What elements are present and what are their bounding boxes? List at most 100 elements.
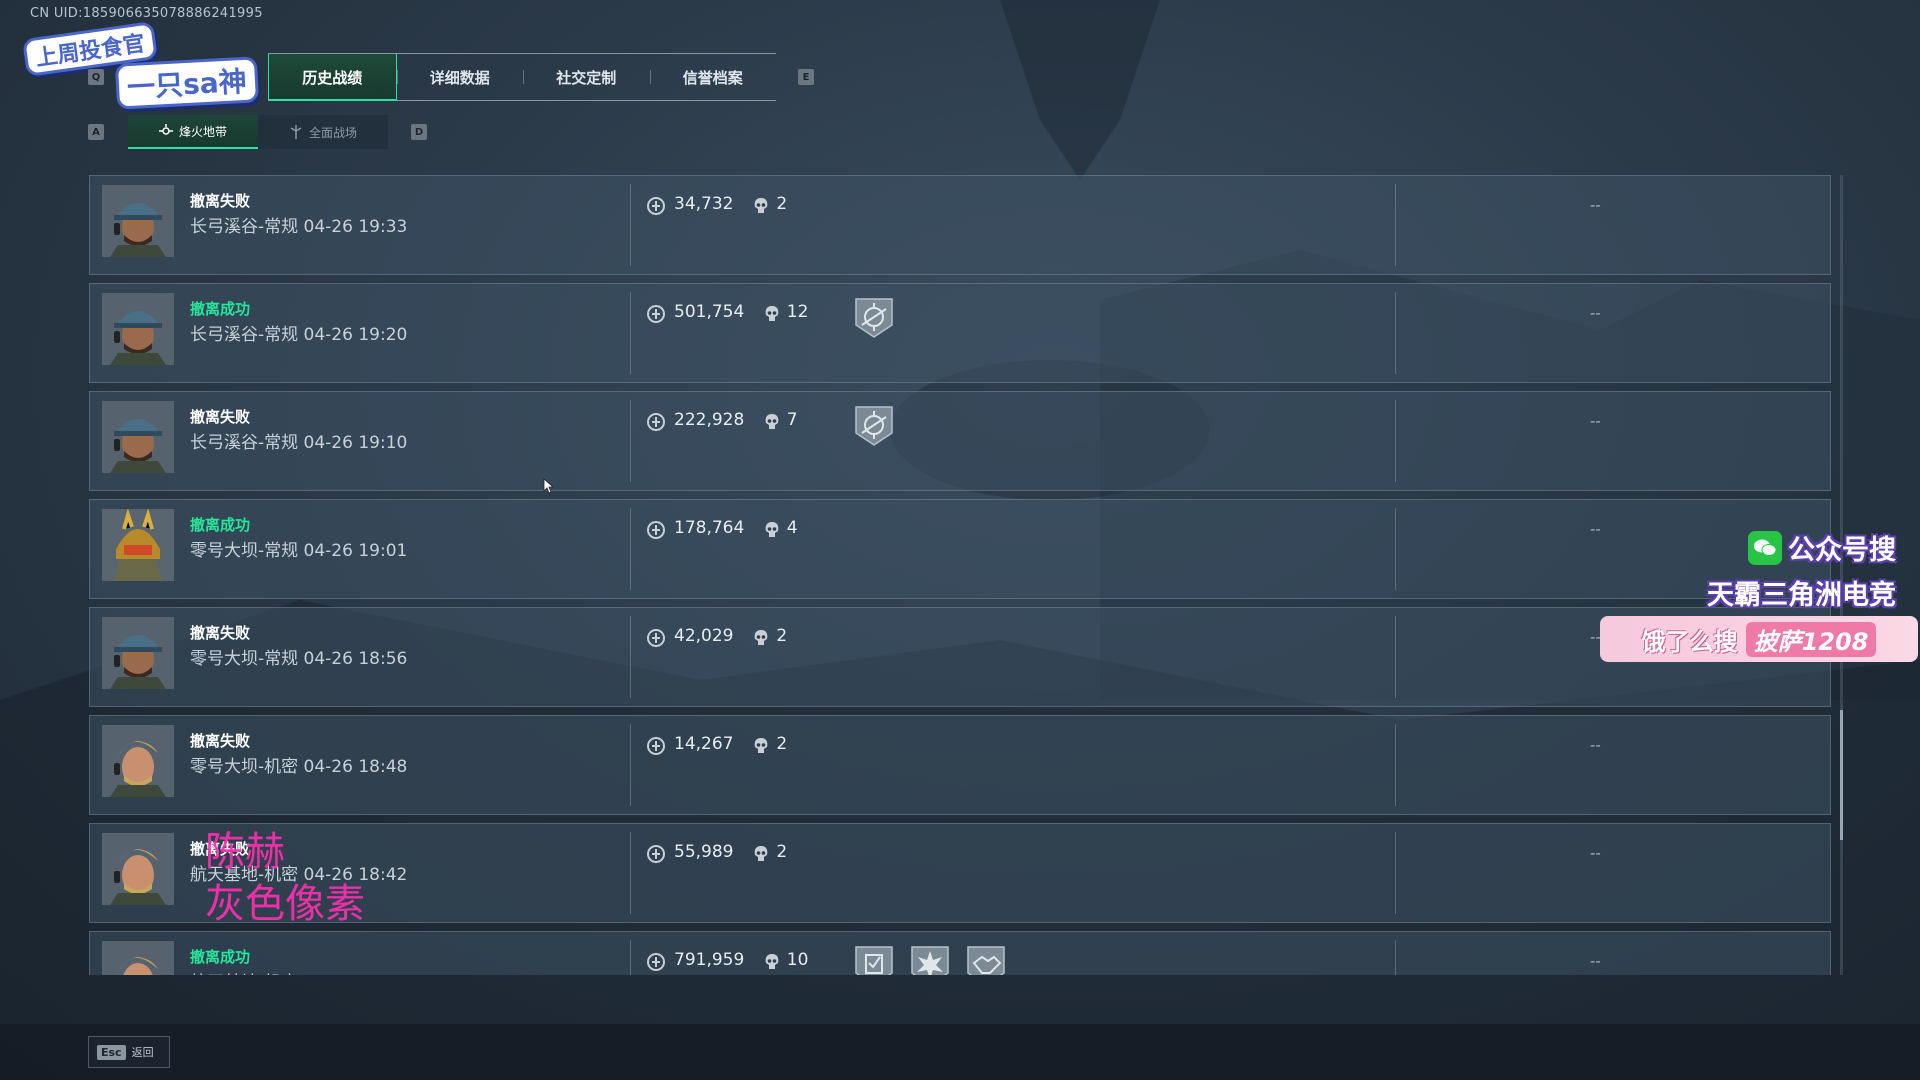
kill-count: 7 xyxy=(786,410,798,430)
achievement-badges xyxy=(852,943,1008,975)
column-divider xyxy=(1395,184,1396,266)
tab-label: 历史战绩 xyxy=(302,68,363,87)
tab-label: 信誉档案 xyxy=(682,68,743,87)
tab-label: 社交定制 xyxy=(556,68,617,87)
skull-kills-icon xyxy=(765,306,779,321)
achievement-badges xyxy=(852,403,896,449)
extraction-result: 撤离失败 xyxy=(190,624,251,642)
haul-value: 14,267 xyxy=(674,734,734,754)
match-record-row[interactable]: 撤离失败 零号大坝-机密 04-26 18:48 14,267 2 -- xyxy=(89,715,1831,815)
sticker-line2: 一只sa神 xyxy=(114,56,259,110)
footer-bar xyxy=(0,1024,1920,1080)
skull-kills-icon xyxy=(765,522,779,537)
value-coin-icon xyxy=(647,845,665,863)
operator-avatar xyxy=(102,617,174,689)
map-and-time: 长弓溪谷-常规 04-26 19:10 xyxy=(190,433,408,453)
watermark-line1: 陈赫 xyxy=(205,829,285,875)
operator-avatar xyxy=(102,293,174,365)
match-record-row[interactable]: 撤离成功 长弓溪谷-常规 04-26 19:20 501,754 12 -- xyxy=(89,283,1831,383)
crosshair-badge-icon xyxy=(855,406,893,446)
key-hint-next-tab[interactable]: E xyxy=(798,69,814,85)
achievement-badges xyxy=(852,295,896,341)
haul-value: 791,959 xyxy=(674,950,745,970)
tab-social-custom[interactable]: 社交定制 xyxy=(523,54,650,100)
wechat-icon xyxy=(1748,530,1782,565)
operator-avatar xyxy=(102,401,174,473)
extra-info: -- xyxy=(1590,304,1601,322)
operator-avatar xyxy=(102,509,174,581)
firezone-icon xyxy=(158,124,173,135)
promo-pink-b: 披萨1208 xyxy=(1745,621,1877,657)
match-record-row[interactable]: 撤离失败 长弓溪谷-常规 04-26 19:33 34,732 2 -- xyxy=(89,175,1831,275)
promo-line2: 天霸三角洲电竞 xyxy=(1707,580,1896,611)
tab-label: 详细数据 xyxy=(429,68,490,87)
kill-count: 2 xyxy=(776,626,788,646)
kill-count: 4 xyxy=(786,518,798,538)
column-divider xyxy=(630,832,631,914)
tab-detailed-data[interactable]: 详细数据 xyxy=(396,54,524,100)
crosshair-badge-icon xyxy=(855,298,893,338)
value-coin-icon xyxy=(647,629,665,647)
extra-info: -- xyxy=(1590,952,1601,970)
key-hint-next-subtab[interactable]: D xyxy=(411,124,427,140)
match-record-row[interactable]: 撤离成功 零号大坝-常规 04-26 19:01 178,764 4 -- xyxy=(89,499,1831,599)
stream-watermark: 陈赫 灰色像素 xyxy=(205,826,365,930)
skull-kills-icon xyxy=(755,738,768,753)
map-and-time: 零号大坝-常规 04-26 19:01 xyxy=(190,541,408,561)
haul-value: 34,732 xyxy=(674,194,734,214)
subtab-battlefield[interactable]: 全面战场 xyxy=(258,115,388,149)
column-divider xyxy=(630,292,631,374)
value-coin-icon xyxy=(647,413,665,431)
map-and-time: 长弓溪谷-常规 04-26 19:20 xyxy=(190,325,408,345)
back-button[interactable]: Esc 返回 xyxy=(88,1036,170,1068)
value-coin-icon xyxy=(647,197,665,215)
column-divider xyxy=(630,508,631,590)
extra-info: -- xyxy=(1590,520,1601,538)
scrollbar-thumb[interactable] xyxy=(1840,710,1843,840)
column-divider xyxy=(1395,616,1396,698)
column-divider xyxy=(1395,508,1396,590)
sub-tab-bar: 烽火地带 全面战场 xyxy=(128,115,388,149)
key-hint-prev-tab[interactable]: Q xyxy=(88,69,104,85)
map-and-time: 零号大坝-机密 04-26 18:48 xyxy=(190,757,408,777)
streamer-sticker: 上周投食官 一只sa神 xyxy=(21,20,276,110)
match-record-row[interactable]: 撤离失败 长弓溪谷-常规 04-26 19:10 222,928 7 -- xyxy=(89,391,1831,491)
value-coin-icon xyxy=(647,305,665,323)
extraction-result: 撤离失败 xyxy=(190,408,251,426)
main-tab-bar: 历史战绩 详细数据 社交定制 信誉档案 xyxy=(268,53,776,101)
kill-count: 2 xyxy=(776,734,788,754)
kill-count: 2 xyxy=(776,842,788,862)
column-divider xyxy=(1395,724,1396,806)
map-and-time: 航天基地-机密 04-26 18:14 xyxy=(190,968,407,975)
column-divider xyxy=(630,724,631,806)
tab-match-history[interactable]: 历史战绩 xyxy=(268,54,397,101)
operator-avatar xyxy=(102,833,174,905)
kill-count: 10 xyxy=(786,950,809,970)
key-hint-prev-subtab[interactable]: A xyxy=(88,124,104,140)
handshake-badge-icon xyxy=(967,946,1005,975)
mouse-cursor-icon xyxy=(543,478,555,494)
extraction-result: 撤离失败 xyxy=(190,192,251,210)
tab-credit-profile[interactable]: 信誉档案 xyxy=(649,54,777,100)
haul-value: 55,989 xyxy=(674,842,734,862)
extra-info: -- xyxy=(1590,196,1601,214)
column-divider xyxy=(630,616,631,698)
checklist-badge-icon xyxy=(855,946,893,975)
explosion-badge-icon xyxy=(911,946,949,975)
value-coin-icon xyxy=(647,737,665,755)
subtab-label: 烽火地带 xyxy=(178,124,227,139)
operator-avatar xyxy=(102,725,174,797)
extraction-result: 撤离失败 xyxy=(190,732,251,750)
skull-kills-icon xyxy=(765,414,779,429)
column-divider xyxy=(1395,940,1396,975)
operator-avatar xyxy=(102,185,174,257)
skull-kills-icon xyxy=(755,846,768,861)
map-and-time: 零号大坝-常规 04-26 18:56 xyxy=(190,649,408,669)
skull-kills-icon xyxy=(755,630,768,645)
column-divider xyxy=(630,184,631,266)
battlefield-icon xyxy=(290,125,302,139)
match-record-row[interactable]: 撤离成功航天基地-机密 04-26 18:14 791,959 10 -- xyxy=(89,931,1831,975)
subtab-firezone[interactable]: 烽火地带 xyxy=(128,115,258,149)
column-divider xyxy=(1395,832,1396,914)
match-record-row[interactable]: 撤离失败 零号大坝-常规 04-26 18:56 42,029 2 -- xyxy=(89,607,1831,707)
